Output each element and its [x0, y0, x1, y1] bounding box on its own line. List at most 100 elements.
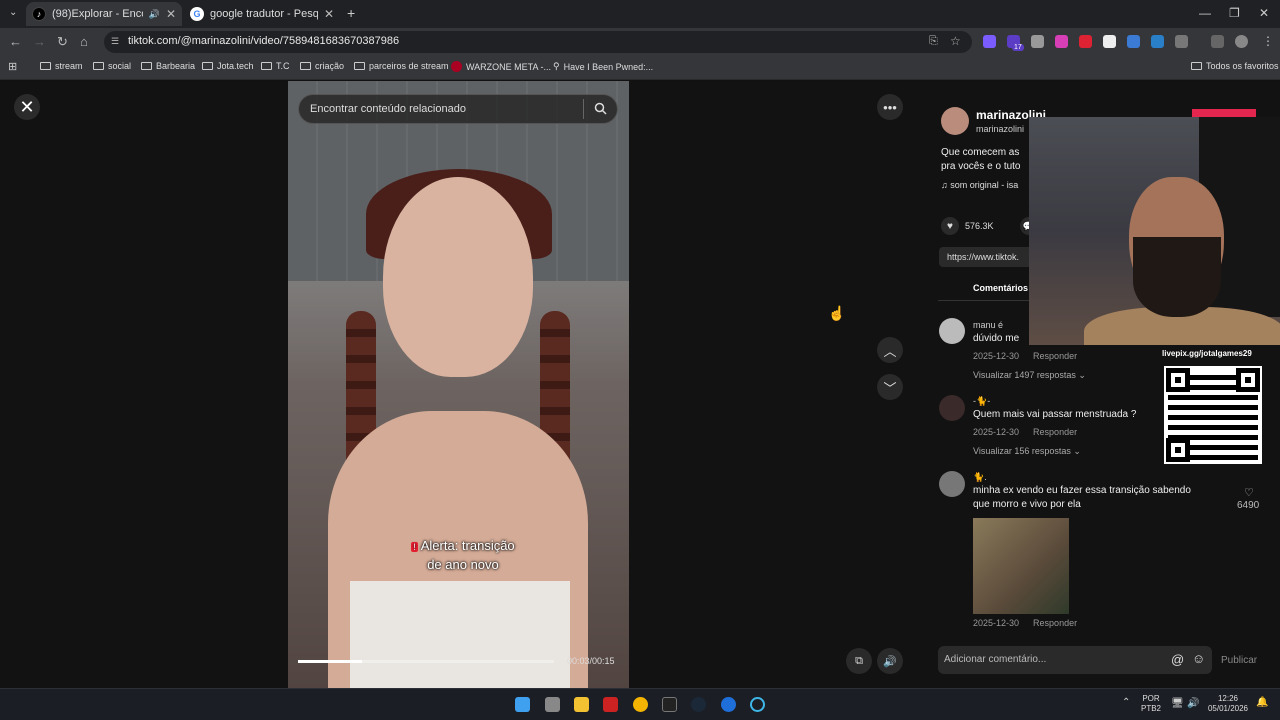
bookmark-folder[interactable]: criação — [300, 61, 344, 71]
new-tab-button[interactable]: + — [347, 5, 355, 21]
sound-link[interactable]: ♫ som original - isa — [941, 180, 1018, 190]
extension-icon[interactable] — [983, 35, 996, 48]
avatar[interactable] — [939, 471, 965, 497]
minimize-icon[interactable]: — — [1199, 6, 1211, 20]
close-window-icon[interactable]: ✕ — [1259, 6, 1269, 20]
notification-icon[interactable]: 🔔 — [1256, 697, 1268, 708]
comment-heart-icon[interactable]: ♡ — [1244, 486, 1254, 499]
back-icon[interactable]: ← — [9, 34, 22, 49]
app-icon[interactable] — [603, 697, 618, 712]
file-explorer-icon[interactable] — [574, 697, 589, 712]
network-icon[interactable]: 🖥 — [1171, 698, 1184, 709]
publish-button[interactable]: Publicar — [1221, 655, 1257, 666]
comment-placeholder: Adicionar comentário... — [944, 654, 1047, 665]
video-player[interactable]: ! Alerta: transição de ano novo — [288, 81, 629, 688]
bookmark-label: WARZONE META -... — [466, 61, 551, 72]
hibp-icon: ⚲ — [553, 61, 560, 71]
tab-list-icon[interactable] — [1211, 35, 1224, 48]
mention-icon[interactable]: @ — [1171, 652, 1184, 667]
more-options-button[interactable]: ••• — [877, 94, 903, 120]
comment-author[interactable]: manu é — [973, 320, 1003, 330]
bookmark-label: criação — [315, 61, 345, 71]
extensions-puzzle-icon[interactable] — [1175, 35, 1188, 48]
all-bookmarks[interactable]: Todos os favoritos — [1191, 61, 1279, 71]
comment-image[interactable] — [973, 518, 1069, 614]
like-count: 576.3K — [965, 221, 994, 231]
bookmark-folder[interactable]: social — [93, 61, 131, 71]
description-line: pra vocês e o tuto — [941, 161, 1021, 172]
task-view-icon[interactable] — [545, 697, 560, 712]
language-indicator[interactable]: POR PTB2 — [1141, 694, 1161, 714]
folder-icon — [354, 62, 365, 70]
like-button[interactable]: ♥ 576.3K 💬 — [941, 217, 1038, 235]
speaker-icon[interactable]: 🔊 — [149, 9, 160, 20]
comment-author[interactable]: -🐈- — [973, 396, 990, 407]
webcam-overlay — [1029, 117, 1280, 345]
search-placeholder: Encontrar conteúdo relacionado — [310, 103, 466, 115]
close-video-button[interactable]: ✕ — [14, 94, 40, 120]
bookmark-folder[interactable]: Barbearia — [141, 61, 195, 71]
tab-tiktok[interactable]: ♪ (98)Explorar - Encontre seu 🔊 ✕ — [26, 2, 182, 26]
volume-button[interactable]: 🔊 — [877, 648, 903, 674]
mini-player-button[interactable]: ⧉ — [846, 648, 872, 674]
profile-icon[interactable] — [1235, 35, 1248, 48]
bookmark-link[interactable]: WARZONE META -... — [451, 61, 551, 72]
reply-button[interactable]: Responder — [1033, 351, 1077, 361]
extension-icon[interactable] — [1103, 35, 1116, 48]
close-tab-icon[interactable]: ✕ — [166, 7, 176, 21]
view-replies-button[interactable]: Visualizar 156 respostas — [973, 446, 1071, 456]
video-progress-bar[interactable] — [298, 660, 554, 663]
windows-start-icon[interactable] — [515, 697, 530, 712]
install-icon[interactable]: ⎘ — [929, 35, 938, 48]
forward-icon[interactable]: → — [33, 34, 46, 49]
avatar[interactable] — [939, 395, 965, 421]
close-tab-icon[interactable]: ✕ — [324, 7, 334, 21]
avatar[interactable] — [939, 318, 965, 344]
battlenet-icon[interactable] — [721, 697, 736, 712]
reply-button[interactable]: Responder — [1033, 427, 1077, 437]
bookmark-link[interactable]: ⚲ Have I Been Pwned:... — [553, 61, 653, 72]
tab-search-icon[interactable]: ⌄ — [9, 7, 17, 18]
reply-button[interactable]: Responder — [1033, 618, 1077, 628]
bookmark-folder[interactable]: T.C — [261, 61, 290, 71]
home-icon[interactable]: ⌂ — [80, 34, 88, 49]
video-time: 00:03/00:15 — [567, 656, 615, 666]
mouse-cursor-icon: ☝ — [828, 305, 846, 321]
steam-icon[interactable] — [691, 697, 706, 712]
previous-video-button[interactable]: ︿ — [877, 337, 903, 363]
extension-icon[interactable] — [1055, 35, 1068, 48]
volume-tray-icon[interactable]: 🔊 — [1187, 698, 1199, 709]
comment-like-count: 6490 — [1237, 500, 1260, 511]
extension-icon[interactable] — [1079, 35, 1092, 48]
menu-icon[interactable]: ⋮ — [1262, 34, 1274, 48]
bookmark-folder[interactable]: Jota.tech — [202, 61, 254, 71]
bookmark-star-icon[interactable]: ☆ — [950, 34, 961, 48]
view-replies-button[interactable]: Visualizar 1497 respostas — [973, 370, 1076, 380]
site-info-icon[interactable]: ☰ — [111, 36, 119, 47]
bookmark-folder[interactable]: parceiros de stream — [354, 61, 449, 71]
search-icon[interactable] — [594, 102, 607, 115]
clock[interactable]: 12:26 05/01/2026 — [1206, 694, 1250, 714]
emoji-icon[interactable]: ☺ — [1192, 651, 1205, 666]
comment-author[interactable]: 🐈. — [973, 472, 987, 483]
address-bar[interactable]: tiktok.com/@marinazolini/video/758948168… — [104, 31, 972, 53]
tray-chevron-icon[interactable]: ⌃ — [1122, 697, 1130, 708]
pen-icon[interactable] — [1031, 35, 1044, 48]
video-figure — [350, 581, 570, 688]
apps-grid-icon[interactable]: ⊞ — [8, 60, 17, 73]
tab-google[interactable]: G google tradutor - Pesquisa Goo ✕ — [184, 2, 340, 26]
bookmark-folder[interactable]: stream — [40, 61, 83, 71]
reload-icon[interactable]: ↻ — [57, 34, 68, 50]
avatar[interactable] — [941, 107, 969, 135]
epic-games-icon[interactable] — [662, 697, 677, 712]
tab-label: (98)Explorar - Encontre seu — [52, 8, 143, 20]
translate-icon[interactable] — [1127, 35, 1140, 48]
related-search-input[interactable]: Encontrar conteúdo relacionado — [298, 94, 618, 124]
restore-icon[interactable]: ❐ — [1229, 6, 1240, 20]
tab-comments[interactable]: Comentários — [973, 283, 1028, 293]
app-icon[interactable] — [750, 697, 765, 712]
chrome-icon[interactable] — [633, 697, 648, 712]
description-line: Que comecem as — [941, 147, 1020, 158]
download-icon[interactable] — [1151, 35, 1164, 48]
next-video-button[interactable]: ﹀ — [877, 374, 903, 400]
